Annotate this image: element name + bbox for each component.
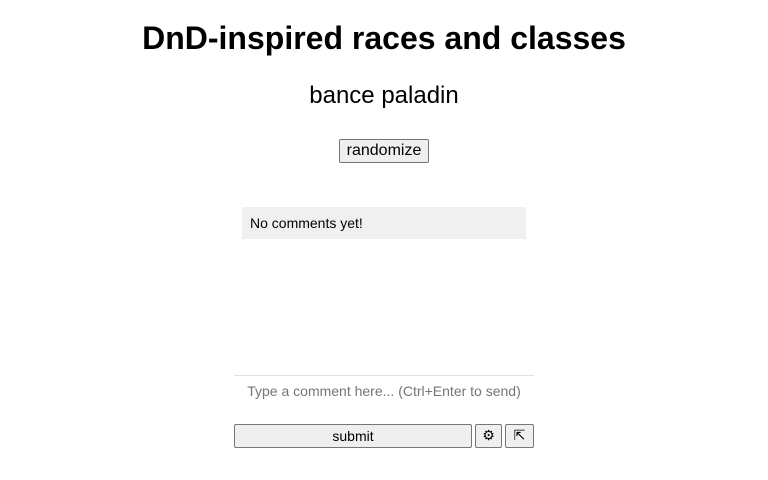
no-comments-message: No comments yet!: [250, 215, 363, 231]
page: DnD-inspired races and classes bance pal…: [0, 0, 768, 480]
generated-result: bance paladin: [309, 82, 459, 109]
comments-list: No comments yet!: [242, 207, 526, 239]
gear-icon: ⚙: [482, 428, 495, 444]
submit-button[interactable]: submit: [234, 424, 472, 448]
expand-button[interactable]: ⇱: [505, 424, 534, 448]
comment-input[interactable]: [234, 377, 534, 407]
comment-divider: [234, 375, 534, 376]
settings-button[interactable]: ⚙: [475, 424, 502, 448]
page-title: DnD-inspired races and classes: [142, 20, 626, 56]
randomize-button[interactable]: randomize: [339, 139, 429, 163]
expand-icon: ⇱: [513, 428, 526, 444]
